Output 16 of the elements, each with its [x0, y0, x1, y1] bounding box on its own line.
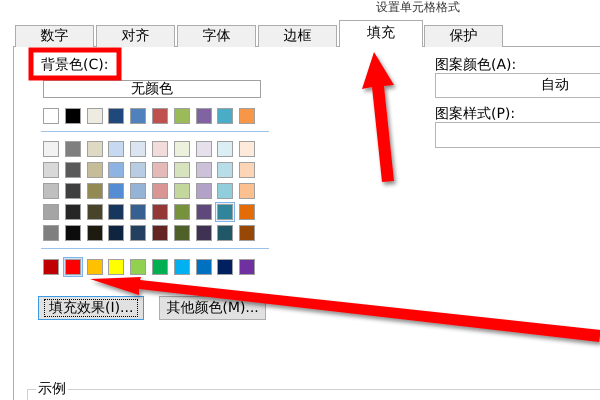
tab[interactable]: 对齐 — [96, 25, 175, 47]
tab[interactable]: 填充 — [339, 20, 423, 47]
fill-effects-button[interactable]: 填充效果(I)... — [38, 296, 144, 320]
tab[interactable]: 边框 — [258, 25, 337, 47]
pattern-color-label: 图案颜色(A): — [435, 57, 518, 73]
background-color-label: 背景色(C): — [41, 57, 110, 73]
tab[interactable]: 保护 — [424, 25, 503, 47]
tab[interactable]: 数字 — [15, 25, 94, 47]
pattern-style-label: 图案样式(P): — [435, 106, 516, 122]
pattern-color-dropdown[interactable]: 自动 — [435, 73, 600, 98]
sample-label: 示例 — [37, 380, 67, 398]
more-colors-button[interactable]: 其他颜色(M)... — [159, 296, 266, 320]
no-color-button[interactable]: 无颜色 — [43, 80, 261, 98]
window-title: 设置单元格格式 — [376, 0, 460, 14]
pattern-style-dropdown[interactable] — [435, 122, 600, 148]
tab[interactable]: 字体 — [177, 25, 256, 47]
